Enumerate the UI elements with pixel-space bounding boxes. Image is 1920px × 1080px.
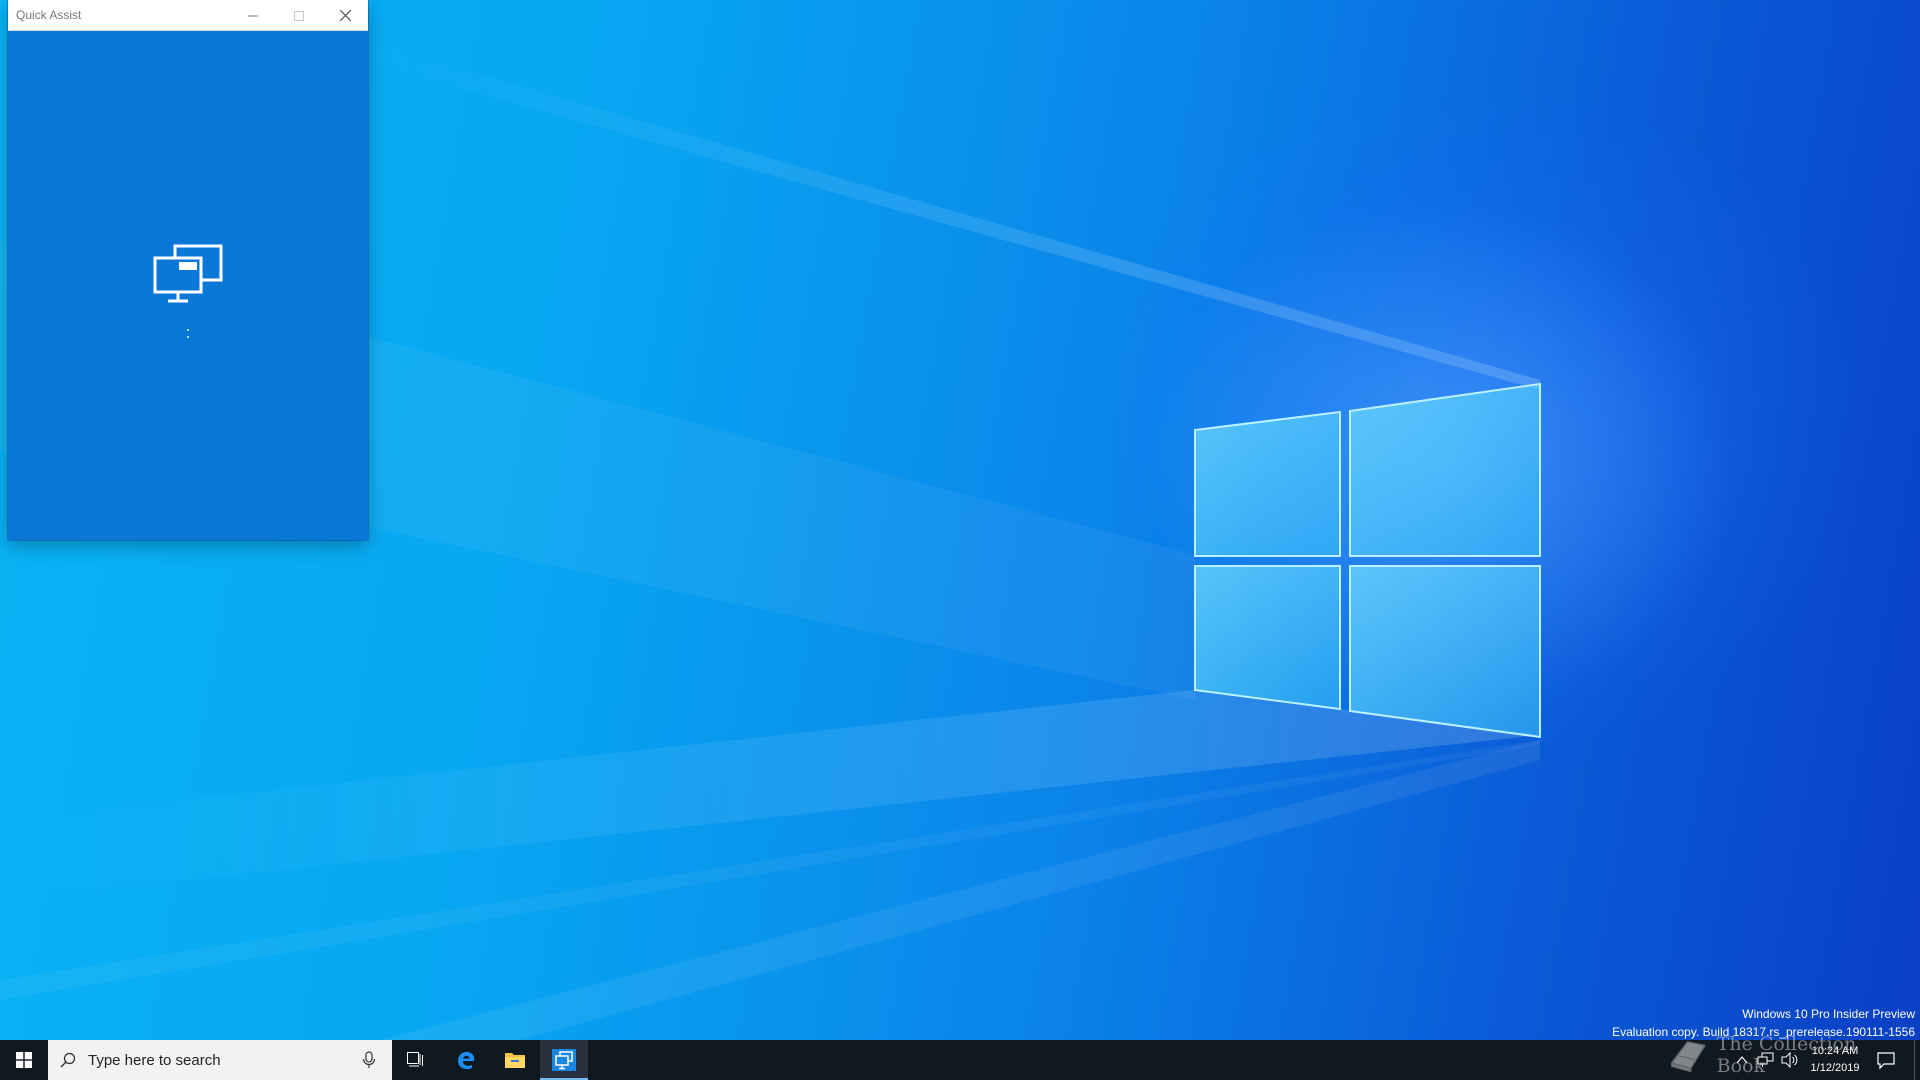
folder-icon: [505, 1053, 525, 1068]
minimize-icon: [248, 15, 258, 16]
remote-desktop-icon: [153, 244, 223, 303]
show-desktop-button[interactable]: [1914, 1040, 1920, 1080]
desktop-wallpaper: Quick Assist Windows 10 Pro Insider Prev…: [0, 0, 1920, 1040]
task-view-button[interactable]: [392, 1040, 440, 1080]
task-view-icon: [407, 1052, 423, 1067]
minimize-button[interactable]: [230, 0, 276, 31]
loading-indicator: [180, 321, 196, 345]
quick-assist-window: Quick Assist: [8, 0, 368, 540]
search-icon: [60, 1052, 76, 1068]
close-icon: [339, 10, 351, 21]
start-button[interactable]: [0, 1040, 48, 1080]
site-logo-watermark: The Collection Book: [1668, 1030, 1888, 1080]
maximize-icon: [294, 10, 304, 21]
quick-assist-content: [8, 31, 368, 540]
taskbar: Type here to search 10:24 AM 1/12/2019: [0, 1040, 1920, 1080]
search-placeholder: Type here to search: [88, 1052, 221, 1069]
watermark-edition: Windows 10 Pro Insider Preview: [1742, 1007, 1915, 1021]
taskbar-file-explorer[interactable]: [491, 1040, 539, 1080]
microphone-icon[interactable]: [360, 1051, 378, 1069]
quick-assist-icon: [552, 1049, 576, 1071]
taskbar-quick-assist[interactable]: [540, 1040, 588, 1080]
windows-start-icon: [16, 1052, 32, 1068]
window-title: Quick Assist: [16, 8, 82, 22]
taskbar-search-box[interactable]: Type here to search: [48, 1040, 392, 1080]
title-bar[interactable]: Quick Assist: [8, 0, 368, 31]
book-logo-icon: [1670, 1041, 1707, 1073]
edge-icon: [458, 1051, 475, 1070]
taskbar-edge[interactable]: [442, 1040, 490, 1080]
close-button[interactable]: [322, 0, 368, 31]
site-logo-text: The Collection Book: [1716, 1033, 1857, 1077]
maximize-button[interactable]: [276, 0, 322, 31]
